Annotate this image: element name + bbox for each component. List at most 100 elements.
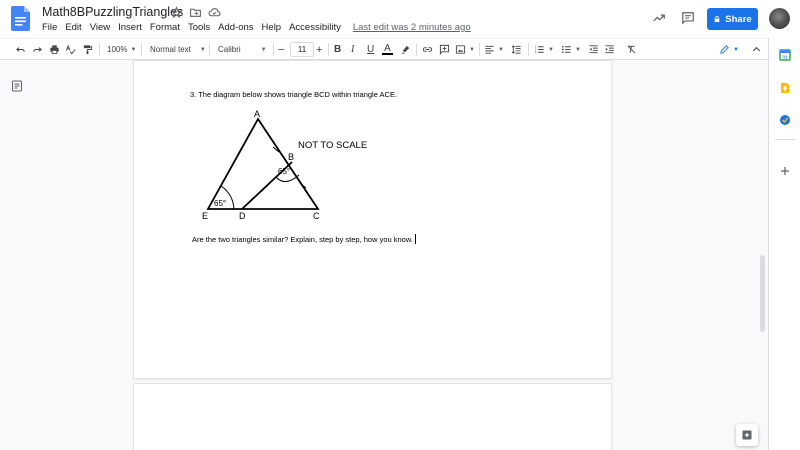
vertical-scrollbar[interactable]: [760, 255, 765, 332]
undo-icon: [16, 47, 25, 52]
avatar[interactable]: [769, 8, 790, 29]
menu-add-ons[interactable]: Add-ons: [218, 22, 253, 33]
menu-edit[interactable]: Edit: [65, 22, 81, 33]
print-icon: [50, 45, 59, 55]
insert-comment-button[interactable]: [439, 39, 450, 60]
share-button[interactable]: Share: [707, 8, 758, 30]
link-icon: [422, 47, 433, 52]
angle-label-b: 65°: [278, 167, 290, 176]
answer-text[interactable]: Are the two triangles similar? Explain, …: [192, 234, 416, 244]
move-folder-icon[interactable]: [189, 6, 202, 19]
activity-trend-icon[interactable]: [652, 11, 666, 25]
vertex-label-a: A: [254, 109, 260, 119]
document-page-2[interactable]: [134, 384, 611, 450]
font-family-value: Calibri: [218, 45, 241, 54]
decrease-font-size-button[interactable]: −: [278, 39, 284, 60]
cloud-status-icon[interactable]: [208, 6, 221, 19]
vertex-label-c: C: [313, 211, 320, 221]
insert-link-button[interactable]: [422, 39, 433, 60]
triangle-diagram: A B C D E 65° 65° NOT TO SCALE: [202, 109, 367, 221]
vertex-label-b: B: [288, 152, 294, 162]
last-edit-link[interactable]: Last edit was 2 minutes ago: [353, 22, 471, 33]
menu-file[interactable]: File: [42, 22, 57, 33]
numbered-list-button[interactable]: 1 2 3 ▼: [534, 39, 554, 60]
not-to-scale-note: NOT TO SCALE: [298, 140, 367, 151]
insert-image-button[interactable]: ▼: [455, 39, 475, 60]
decrease-indent-icon: [589, 45, 598, 54]
undo-button[interactable]: [15, 39, 26, 60]
editing-mode-button[interactable]: ▼: [719, 39, 739, 60]
toolbar-divider: [328, 43, 329, 56]
clear-formatting-button[interactable]: [626, 39, 637, 60]
title-icons: [170, 6, 221, 19]
text-color-button[interactable]: A: [382, 39, 393, 60]
align-left-icon: [485, 45, 494, 54]
comments-icon[interactable]: [681, 11, 695, 25]
document-outline-icon[interactable]: [11, 80, 23, 92]
redo-button[interactable]: [32, 39, 43, 60]
add-comment-icon: [439, 44, 450, 55]
answer-text-content: Are the two triangles similar? Explain, …: [192, 235, 413, 244]
keep-icon[interactable]: [779, 82, 791, 94]
spellcheck-button[interactable]: [65, 39, 76, 60]
menu-insert[interactable]: Insert: [118, 22, 142, 33]
chevron-down-icon: ▼: [733, 46, 739, 53]
underline-icon: U: [367, 44, 375, 55]
font-family-select[interactable]: Calibri ▼: [218, 39, 267, 60]
app-header: Math8BPuzzlingTriangles File Edit View I…: [0, 0, 800, 38]
toolbar-divider: [99, 43, 100, 56]
hide-menus-button[interactable]: [751, 39, 762, 60]
docs-logo-icon[interactable]: [11, 6, 30, 31]
bulleted-list-button[interactable]: ▼: [561, 39, 581, 60]
align-button[interactable]: ▼: [484, 39, 504, 60]
chevron-down-icon: ▼: [575, 46, 581, 53]
chevron-down-icon: ▼: [199, 46, 206, 53]
paint-format-button[interactable]: [82, 39, 93, 60]
svg-text:31: 31: [782, 54, 788, 59]
clear-formatting-icon: [627, 45, 636, 54]
chevron-down-icon: ▼: [548, 46, 554, 53]
zoom-value: 100%: [107, 45, 128, 54]
line-spacing-button[interactable]: [511, 39, 522, 60]
italic-icon: I: [351, 44, 355, 55]
explore-button[interactable]: [736, 424, 758, 446]
explore-icon: [742, 430, 752, 440]
document-title[interactable]: Math8BPuzzlingTriangles: [42, 5, 183, 19]
paragraph-style-select[interactable]: Normal text ▼: [150, 39, 206, 60]
vertex-label-d: D: [239, 211, 246, 221]
chevron-down-icon: ▼: [498, 46, 504, 53]
side-panel-divider: [775, 139, 795, 140]
highlight-color-button[interactable]: [400, 39, 411, 60]
menu-accessibility[interactable]: Accessibility: [289, 22, 341, 33]
calendar-icon[interactable]: 31: [779, 49, 791, 61]
redo-icon: [33, 47, 42, 52]
triangle-ace: [206, 117, 320, 210]
increase-indent-button[interactable]: [604, 39, 615, 60]
add-addon-icon[interactable]: [779, 165, 791, 177]
text-color-icon: A: [384, 43, 391, 54]
bold-button[interactable]: B: [334, 39, 341, 60]
toolbar-divider: [479, 43, 480, 56]
menu-format[interactable]: Format: [150, 22, 180, 33]
question-text[interactable]: 3. The diagram below shows triangle BCD …: [190, 90, 397, 99]
toolbar-divider: [528, 43, 529, 56]
toolbar-divider: [209, 43, 210, 56]
lock-icon: [714, 15, 720, 22]
svg-text:3: 3: [535, 50, 537, 54]
increase-font-size-button[interactable]: +: [316, 39, 322, 60]
toolbar-divider: [416, 43, 417, 56]
tasks-icon[interactable]: [779, 114, 791, 126]
menu-view[interactable]: View: [90, 22, 110, 33]
image-icon: [455, 45, 466, 54]
menu-tools[interactable]: Tools: [188, 22, 210, 33]
italic-button[interactable]: I: [351, 39, 354, 60]
star-icon[interactable]: [170, 6, 183, 19]
underline-button[interactable]: U: [367, 39, 374, 60]
decrease-indent-button[interactable]: [588, 39, 599, 60]
font-size-input[interactable]: 11: [290, 42, 314, 57]
print-button[interactable]: [49, 39, 60, 60]
menu-help[interactable]: Help: [262, 22, 282, 33]
document-page[interactable]: 3. The diagram below shows triangle BCD …: [134, 61, 611, 378]
minus-icon: −: [278, 43, 285, 56]
zoom-select[interactable]: 100% ▼: [107, 39, 136, 60]
